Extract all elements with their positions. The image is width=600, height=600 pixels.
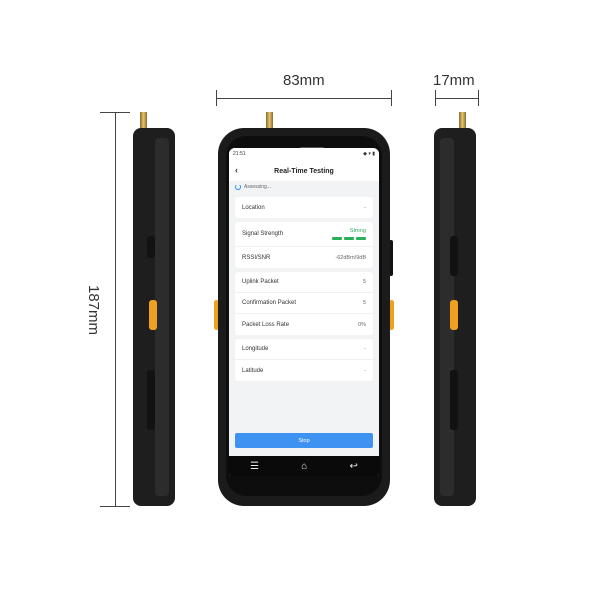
location-card: Location - — [235, 197, 373, 218]
left-side-edge — [155, 138, 169, 496]
height-dimension-tick-top — [100, 112, 130, 113]
signal-bar-2 — [344, 237, 354, 240]
right-scan-key[interactable] — [450, 300, 458, 330]
location-label: Location — [242, 204, 265, 211]
packet-loss-label: Packet Loss Rate — [242, 321, 290, 328]
uplink-packet-row[interactable]: Uplink Packet 5 — [235, 272, 373, 293]
back-icon[interactable]: ↩ — [349, 461, 357, 472]
left-power-button[interactable] — [147, 236, 155, 258]
phone-screen: 21:51 ◆ ▾ ▮ ‹ Real-Time Testing Assessin… — [229, 148, 379, 476]
assessing-text: Assessing... — [244, 184, 271, 190]
confirmation-packet-label: Confirmation Packet — [242, 300, 297, 306]
confirmation-packet-value: 5 — [362, 300, 366, 306]
left-card-slot-cover[interactable] — [147, 370, 155, 430]
depth-dimension-label: 17mm — [433, 72, 475, 89]
latitude-label: Latitude — [242, 367, 264, 374]
status-time: 21:51 — [233, 151, 246, 157]
rssi-snr-row[interactable]: RSSI/SNR -62dBm/9dB — [235, 247, 373, 268]
width-dimension-line — [216, 98, 391, 99]
depth-dimension-tick-left — [435, 90, 436, 106]
signal-strength-row[interactable]: Signal Strength Strong — [235, 222, 373, 247]
home-icon[interactable]: ⌂ — [301, 461, 307, 472]
status-icons: ◆ ▾ ▮ — [363, 151, 375, 157]
back-arrow-icon[interactable]: ‹ — [235, 165, 238, 175]
location-row[interactable]: Location - — [235, 197, 373, 218]
signal-bar-3 — [356, 237, 366, 240]
signal-strength-indicator: Strong — [332, 228, 366, 240]
page-title: Real-Time Testing — [274, 167, 334, 175]
app-bar: ‹ Real-Time Testing — [229, 161, 379, 181]
packet-card: Uplink Packet 5 Confirmation Packet 5 Pa… — [235, 272, 373, 335]
status-bar: 21:51 ◆ ▾ ▮ — [229, 148, 379, 161]
width-dimension-tick-left — [216, 90, 217, 106]
location-value: - — [364, 204, 366, 211]
longitude-row[interactable]: Longitude - — [235, 339, 373, 360]
left-scan-key[interactable] — [149, 300, 157, 330]
rssi-snr-label: RSSI/SNR — [242, 254, 271, 261]
right-volume-button[interactable] — [450, 236, 458, 276]
right-side-profile — [434, 128, 476, 506]
uplink-packet-value: 5 — [362, 279, 366, 285]
packet-loss-row[interactable]: Packet Loss Rate 0% — [235, 314, 373, 335]
signal-strength-label: Signal Strength — [242, 231, 284, 237]
stop-button[interactable]: Stop — [235, 433, 373, 448]
signal-card: Signal Strength Strong RSSI/SNR -62dBm/9… — [235, 222, 373, 268]
navigation-bar: ☰ ⌂ ↩ — [229, 456, 379, 476]
height-dimension-tick-bottom — [100, 506, 130, 507]
packet-loss-value: 0% — [358, 321, 366, 328]
signal-bar-1 — [332, 237, 342, 240]
phone-front: 21:51 ◆ ▾ ▮ ‹ Real-Time Testing Assessin… — [218, 128, 390, 506]
width-dimension-label: 83mm — [283, 72, 325, 89]
signal-strength-value: Strong — [349, 228, 366, 234]
longitude-value: - — [364, 346, 366, 352]
confirmation-packet-row[interactable]: Confirmation Packet 5 — [235, 293, 373, 314]
latitude-value: - — [364, 367, 366, 374]
width-dimension-tick-right — [391, 90, 392, 106]
uplink-packet-label: Uplink Packet — [242, 279, 279, 285]
left-side-profile — [133, 128, 175, 506]
longitude-label: Longitude — [242, 346, 269, 352]
height-dimension-label: 187mm — [85, 285, 102, 336]
signal-level-bars — [332, 237, 366, 240]
depth-dimension-tick-right — [478, 90, 479, 106]
latitude-row[interactable]: Latitude - — [235, 360, 373, 381]
height-dimension-line — [115, 112, 116, 506]
spinner-icon — [235, 184, 241, 190]
right-card-slot-cover[interactable] — [450, 370, 458, 430]
coordinates-card: Longitude - Latitude - — [235, 339, 373, 381]
assessing-status: Assessing... — [229, 181, 379, 193]
menu-icon[interactable]: ☰ — [250, 461, 259, 472]
rssi-snr-value: -62dBm/9dB — [335, 254, 366, 261]
depth-dimension-line — [435, 98, 478, 99]
